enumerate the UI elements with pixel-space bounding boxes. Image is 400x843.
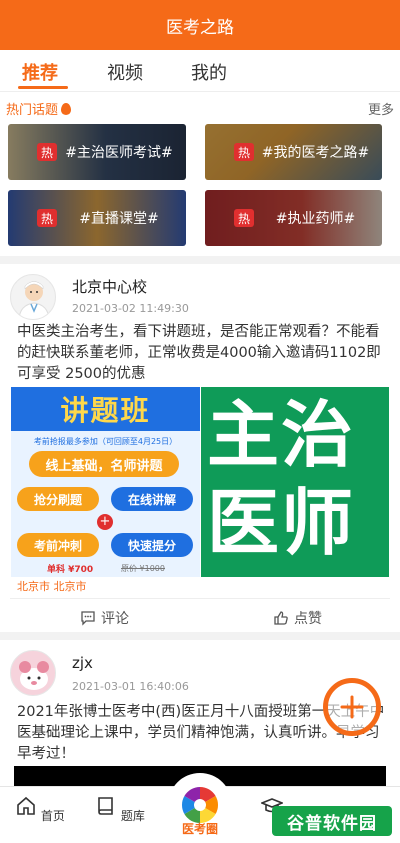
hot-topics-title: 热门话题 [6,99,72,118]
topic-label: #主治医师考试# [65,144,173,161]
author-avatar[interactable] [10,650,56,696]
post-image-title[interactable]: 主治医师 [201,387,389,577]
post-timestamp: 2021-03-02 11:49:30 [72,302,189,315]
post-author-name[interactable]: zjx [72,654,93,672]
image-title-text: 主治医师 [207,393,356,565]
tab-video[interactable]: 视频 [107,59,143,85]
post-card[interactable]: 北京中心校 2021-03-02 11:49:30 中医类主治考生，看下讲题班，… [0,264,400,632]
hot-topics-more-link[interactable]: 更多 [368,99,394,118]
tab-recommend[interactable]: 推荐 [22,59,58,85]
promo-pill: 在线讲解 [111,487,193,511]
nav-exam-circle-label[interactable]: 医考圈 [170,820,230,837]
topic-card-my-exam-road[interactable]: 热 #我的医考之路# [205,124,382,180]
topic-label: #直播课堂# [79,210,159,227]
promo-pill: 快速提分 [111,533,193,557]
topic-label: #执业药师# [275,210,356,227]
nav-question-bank[interactable]: 题库 [90,791,150,824]
app-titlebar: 医考之路 [0,0,400,50]
plus-icon: + [97,514,113,530]
promo-note: 考前抢报最多参加（可回顾至4月25日） [33,437,178,446]
doctor-avatar-icon [18,281,50,319]
like-button[interactable]: 点赞 [273,608,322,628]
tab-mine[interactable]: 我的 [191,59,227,85]
hot-badge: 热 [234,143,254,161]
promo-pill: 考前冲刺 [17,533,99,557]
book-icon [98,797,113,815]
promo-price-new: 单科 ¥700 [47,565,94,575]
comment-icon [81,611,95,626]
post-author-name[interactable]: 北京中心校 [72,276,147,297]
hot-topics-header: 热门话题 更多 [6,96,394,118]
hot-badge: 热 [234,209,254,227]
app-title: 医考之路 [166,17,234,38]
promo-banner: 讲题班 [11,387,200,431]
cartoon-avatar-icon [11,651,55,695]
hot-badge: 热 [37,143,57,161]
comment-button[interactable]: 评论 [80,608,129,628]
section-divider [0,256,400,264]
section-divider [0,632,400,640]
active-tab-indicator [18,86,68,89]
site-watermark: 谷普软件园 [272,806,392,836]
topic-label: #我的医考之路# [261,144,370,161]
author-avatar[interactable] [10,274,56,320]
promo-mid-pill: 线上基础，名师讲题 [29,451,179,477]
topic-card-attending-physician[interactable]: 热 #主治医师考试# [8,124,186,180]
topic-card-live-class[interactable]: 热 #直播课堂# [8,190,186,246]
floating-action-button[interactable] [323,678,381,736]
post-image-promo[interactable]: 讲题班 考前抢报最多参加（可回顾至4月25日） 线上基础，名师讲题 抢分刷题 在… [11,387,200,577]
hot-badge: 热 [37,209,57,227]
compose-icon [340,695,364,719]
top-tabs: 推荐 视频 我的 [0,50,400,92]
flame-icon [61,103,72,115]
promo-price-old: 原价 ¥1000 [121,564,165,573]
post-location: 北京市 北京市 [17,580,87,593]
promo-pill: 抢分刷题 [17,487,99,511]
home-icon [17,796,35,815]
topic-card-licensed-pharmacist[interactable]: 热 #执业药师# [205,190,382,246]
thumbs-up-icon [274,611,288,625]
nav-home[interactable]: 首页 [10,791,70,824]
post-timestamp: 2021-03-01 16:40:06 [72,680,189,693]
post-text: 中医类主治考生，看下讲题班，是否能正常观看？不能看的赶快联系董老师，正常收费是4… [17,324,381,382]
